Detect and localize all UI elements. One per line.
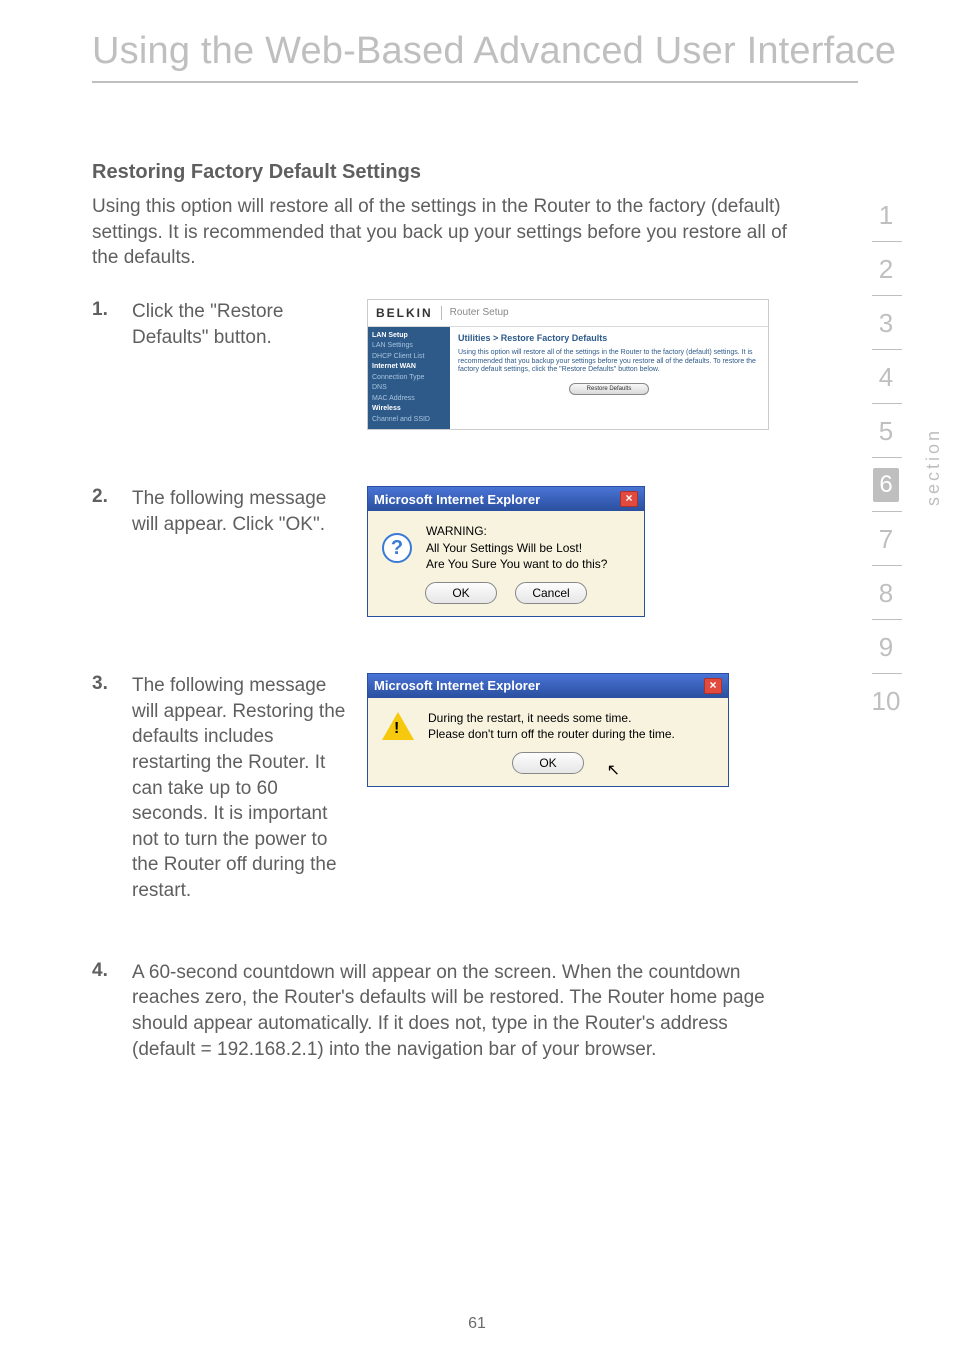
intro-paragraph: Using this option will restore all of th…: [92, 194, 792, 271]
step-2: The following message will appear. Click…: [92, 486, 792, 617]
belkin-screenshot: BELKIN Router Setup LAN Setup LAN Settin…: [367, 299, 769, 431]
section-heading: Restoring Factory Default Settings: [92, 161, 834, 184]
belkin-sidebar: LAN Setup LAN Settings DHCP Client List …: [368, 327, 450, 430]
nav-10[interactable]: 10: [856, 674, 916, 728]
sidebar-mac: MAC Address: [372, 394, 446, 405]
step-4-text: A 60-second countdown will appear on the…: [132, 960, 792, 1063]
section-label: section: [923, 428, 944, 506]
ie-dialog-restart: Microsoft Internet Explorer × During the…: [367, 673, 729, 787]
nav-9[interactable]: 9: [856, 620, 916, 674]
page-title: Using the Web-Based Advanced User Interf…: [0, 0, 954, 81]
nav-1[interactable]: 1: [856, 188, 916, 242]
dialog1-title: Microsoft Internet Explorer: [374, 492, 540, 507]
nav-5[interactable]: 5: [856, 404, 916, 458]
nav-3[interactable]: 3: [856, 296, 916, 350]
sidebar-dhcp: DHCP Client List: [372, 352, 446, 363]
sidebar-dns: DNS: [372, 383, 446, 394]
step-1-text: Click the "Restore Defaults" button.: [132, 299, 367, 350]
nav-6-active[interactable]: 6: [873, 468, 899, 502]
ie-dialog-warning: Microsoft Internet Explorer × ? WARNING:…: [367, 486, 645, 617]
ok-button[interactable]: OK: [512, 752, 584, 774]
dialog2-message: During the restart, it needs some time. …: [428, 710, 675, 742]
step-2-text: The following message will appear. Click…: [132, 486, 367, 537]
nav-4[interactable]: 4: [856, 350, 916, 404]
dialog1-message: WARNING: All Your Settings Will be Lost!…: [426, 523, 607, 572]
warning-icon: [382, 712, 414, 740]
dialog2-line2: Please don't turn off the router during …: [428, 726, 675, 742]
section-nav: 1 2 3 4 5 6 7 8 9 10: [856, 188, 916, 728]
restore-defaults-button[interactable]: Restore Defaults: [569, 383, 649, 395]
belkin-logo: BELKIN: [376, 306, 442, 320]
sidebar-conn-type: Connection Type: [372, 373, 446, 384]
nav-8[interactable]: 8: [856, 566, 916, 620]
sidebar-wireless: Wireless: [372, 404, 446, 415]
nav-7[interactable]: 7: [856, 512, 916, 566]
sidebar-channel: Channel and SSID: [372, 415, 446, 426]
dialog1-line2: All Your Settings Will be Lost!: [426, 540, 607, 556]
sidebar-lan-setup: LAN Setup: [372, 331, 446, 342]
dialog2-line1: During the restart, it needs some time.: [428, 710, 675, 726]
question-icon: ?: [382, 533, 412, 563]
cursor-icon: ↖: [607, 760, 620, 780]
dialog1-line3: Are You Sure You want to do this?: [426, 556, 607, 572]
sidebar-lan-settings: LAN Settings: [372, 341, 446, 352]
close-icon[interactable]: ×: [704, 678, 722, 694]
belkin-main-title: Utilities > Restore Factory Defaults: [458, 333, 760, 343]
step-1: Click the "Restore Defaults" button. BEL…: [92, 299, 792, 431]
page-number: 61: [0, 1315, 954, 1333]
cancel-button[interactable]: Cancel: [515, 582, 587, 604]
step-3: The following message will appear. Resto…: [92, 673, 792, 904]
belkin-router-label: Router Setup: [442, 307, 509, 318]
dialog1-line1: WARNING:: [426, 523, 607, 539]
dialog2-title: Microsoft Internet Explorer: [374, 678, 540, 693]
step-3-text: The following message will appear. Resto…: [132, 673, 367, 904]
sidebar-internet-wan: Internet WAN: [372, 362, 446, 373]
nav-2[interactable]: 2: [856, 242, 916, 296]
belkin-main-text: Using this option will restore all of th…: [458, 349, 760, 375]
close-icon[interactable]: ×: [620, 491, 638, 507]
ok-button[interactable]: OK: [425, 582, 497, 604]
step-4: A 60-second countdown will appear on the…: [92, 960, 792, 1063]
